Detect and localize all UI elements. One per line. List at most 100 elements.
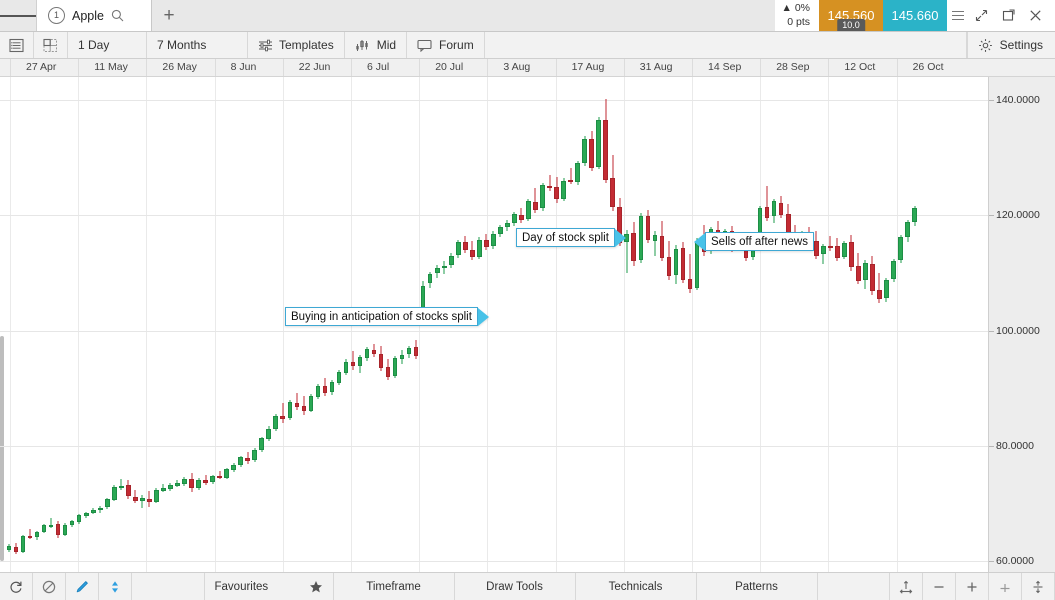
candle-body — [329, 382, 335, 392]
new-tab-button[interactable]: + — [152, 0, 186, 31]
search-icon[interactable] — [111, 9, 124, 22]
candlestick — [34, 77, 40, 572]
candle-body — [371, 349, 377, 355]
updown-button[interactable] — [99, 573, 132, 600]
candlestick — [870, 77, 875, 572]
settings-button[interactable]: Settings — [966, 32, 1055, 58]
candle-body — [470, 249, 475, 258]
candle-body — [238, 457, 243, 466]
date-tick — [896, 59, 898, 76]
layout-button[interactable] — [34, 32, 68, 58]
refresh-icon — [9, 580, 23, 594]
ask-price-button[interactable]: 145.660 — [883, 0, 947, 31]
candle-body — [294, 402, 300, 407]
chart-annotation[interactable]: Sells off after news — [694, 232, 814, 251]
candle-body — [505, 223, 510, 228]
candle-wick — [141, 495, 143, 509]
forum-button[interactable]: Forum — [407, 32, 485, 58]
clear-button[interactable] — [33, 573, 66, 600]
price-type-label: Mid — [376, 38, 397, 52]
candlestick — [147, 77, 152, 572]
candle-body — [69, 521, 75, 526]
bid-price-button[interactable]: 145.560 10.0 — [819, 0, 883, 31]
speech-bubble-icon — [417, 39, 433, 52]
restore-window-icon[interactable] — [996, 0, 1021, 31]
favourites-button[interactable]: Favourites — [205, 573, 334, 600]
candle-body — [680, 248, 686, 280]
refresh-button[interactable] — [0, 573, 33, 600]
chart-annotation[interactable]: Buying in anticipation of stocks split — [285, 307, 489, 326]
date-tick-label: 26 May — [162, 61, 197, 73]
candlestick — [512, 77, 517, 572]
candlestick — [905, 77, 910, 572]
candlestick — [48, 77, 54, 572]
candle-body — [266, 428, 272, 439]
candle-body — [273, 415, 279, 430]
candle-body — [41, 525, 47, 532]
price-axis[interactable]: 140.0000 120.0000 100.0000 80.0000 60.0000 — [988, 77, 1055, 572]
candle-body — [13, 547, 19, 553]
patterns-button[interactable]: Patterns — [697, 573, 818, 600]
candle-body — [568, 180, 573, 183]
price-tick-label: 100.0000 — [996, 324, 1040, 337]
candlestick — [729, 77, 735, 572]
candle-body — [343, 361, 349, 373]
tab-number: 1 — [48, 7, 65, 24]
technicals-button[interactable]: Technicals — [576, 573, 697, 600]
zoom-in-button[interactable] — [956, 573, 989, 600]
candlestick — [708, 77, 714, 572]
expand-icon[interactable] — [969, 0, 994, 31]
reset-zoom-button[interactable] — [989, 573, 1022, 600]
candle-body — [821, 246, 826, 255]
draw-tools-button[interactable]: Draw Tools — [455, 573, 576, 600]
vertical-scroll-indicator[interactable] — [0, 77, 4, 572]
candlestick — [877, 77, 882, 572]
watchlist-button[interactable] — [0, 32, 34, 58]
candlestick — [112, 77, 117, 572]
date-axis[interactable]: 27 Apr 11 May 26 May 8 Jun 22 Jun 6 Jul 20 Jul… — [0, 59, 1055, 77]
gear-icon — [978, 38, 993, 53]
candlestick — [126, 77, 131, 572]
candle-body — [196, 479, 201, 488]
candle-body — [673, 248, 679, 276]
list-lines-icon[interactable] — [952, 10, 967, 21]
zoom-out-button[interactable] — [923, 573, 956, 600]
candlestick — [680, 77, 686, 572]
date-tick-label: 20 Jul — [435, 61, 464, 73]
candle-body — [884, 279, 889, 299]
templates-button[interactable]: Templates — [248, 32, 345, 58]
chart-plot[interactable]: Buying in anticipation of stocks split Da… — [0, 77, 989, 572]
date-tick — [828, 59, 830, 76]
candlestick — [898, 77, 903, 572]
range-button[interactable]: 7 Months — [147, 32, 248, 58]
candlestick — [673, 77, 679, 572]
price-type-button[interactable]: Mid — [345, 32, 408, 58]
candlestick — [252, 77, 257, 572]
chart-annotation[interactable]: Day of stock split — [516, 228, 626, 247]
candlestick — [259, 77, 264, 572]
fit-vertical-button[interactable] — [1022, 573, 1055, 600]
fit-horizontal-button[interactable] — [890, 573, 923, 600]
date-tick-label: 27 Apr — [26, 61, 57, 73]
candlestick — [771, 77, 777, 572]
candles-icon — [355, 39, 371, 52]
tab-apple[interactable]: 1 Apple — [37, 0, 152, 31]
hamburger-icon[interactable] — [0, 0, 37, 31]
close-icon[interactable] — [1023, 0, 1048, 31]
candle-body — [322, 386, 328, 393]
candle-body — [140, 498, 145, 501]
candle-body — [448, 255, 454, 266]
interval-button[interactable]: 1 Day — [68, 32, 147, 58]
candlestick — [231, 77, 236, 572]
candlestick — [750, 77, 756, 572]
trading-chart-app: 1 Apple + ▲ 0% 0 pts 145.560 10.0 145.66… — [0, 0, 1055, 600]
timeframe-button[interactable]: Timeframe — [334, 573, 455, 600]
candle-wick — [282, 403, 284, 423]
pencil-icon — [75, 580, 89, 594]
price-tick — [989, 445, 994, 447]
date-tick — [760, 59, 762, 76]
candlestick — [785, 77, 791, 572]
draw-button[interactable] — [66, 573, 99, 600]
candlestick — [603, 77, 608, 572]
candle-body — [399, 354, 405, 359]
